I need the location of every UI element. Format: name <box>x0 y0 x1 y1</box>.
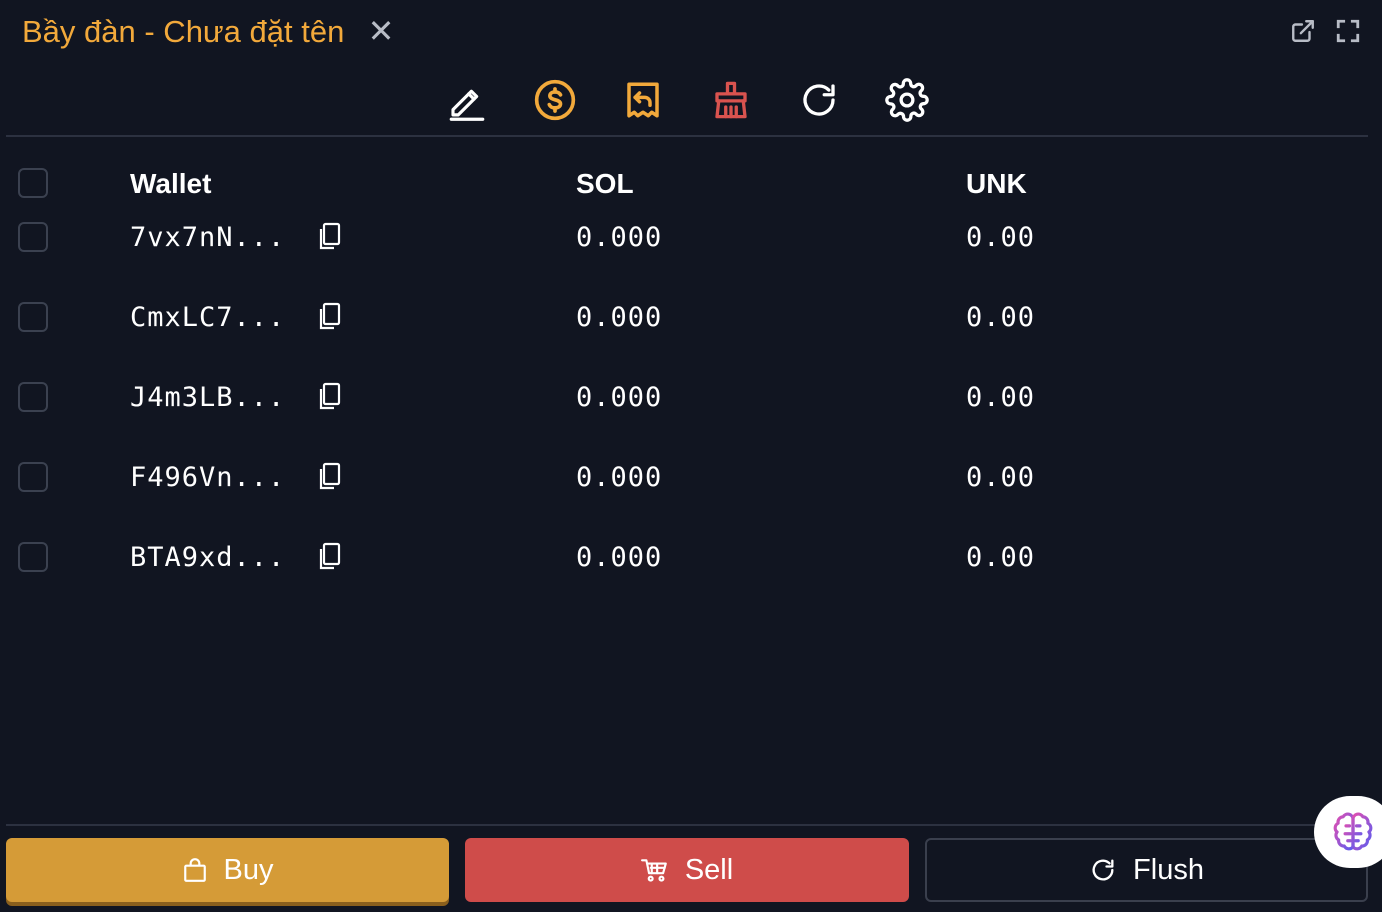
wallet-address: BTA9xd... <box>130 542 286 573</box>
window-titlebar: Bầy đàn - Chưa đặt tên ✕ <box>0 0 1382 66</box>
clean-button[interactable] <box>707 76 755 124</box>
toolbar-divider <box>6 135 1368 137</box>
row-checkbox[interactable] <box>18 382 48 412</box>
sell-button[interactable]: Sell <box>465 838 909 902</box>
token-balance: 0.00 <box>966 542 1036 573</box>
buy-button[interactable]: Buy <box>6 838 449 902</box>
buy-label: Buy <box>223 853 274 886</box>
sol-balance: 0.000 <box>576 302 663 333</box>
row-checkbox[interactable] <box>18 302 48 332</box>
close-button[interactable]: ✕ <box>366 15 396 47</box>
copy-icon[interactable] <box>316 462 342 492</box>
flush-label: Flush <box>1133 853 1204 886</box>
broom-icon <box>715 81 747 119</box>
copy-icon[interactable] <box>316 542 342 572</box>
copy-icon[interactable] <box>316 222 342 252</box>
token-balance: 0.00 <box>966 382 1036 413</box>
wallet-address: CmxLC7... <box>130 302 286 333</box>
window-title: Bầy đàn - Chưa đặt tên <box>22 14 345 49</box>
sell-label: Sell <box>684 853 734 886</box>
brain-icon <box>1333 812 1373 851</box>
assistant-fab[interactable] <box>1314 796 1382 868</box>
refresh-icon <box>1092 859 1114 881</box>
action-bar: Buy Sell Flush <box>0 838 1382 906</box>
table-row: J4m3LB... 0.000 0.00 <box>0 378 1382 438</box>
dollar-button[interactable] <box>531 76 579 124</box>
row-checkbox[interactable] <box>18 542 48 572</box>
table-row: BTA9xd... 0.000 0.00 <box>0 538 1382 598</box>
token-balance: 0.00 <box>966 222 1036 253</box>
toolbar <box>0 76 1382 126</box>
external-link-icon[interactable] <box>1290 18 1316 44</box>
wallet-address: 7vx7nN... <box>130 222 286 253</box>
dollar-circle-icon <box>534 79 576 121</box>
column-header-wallet: Wallet <box>130 168 212 199</box>
shopping-cart-icon <box>640 859 667 882</box>
shopping-bag-icon <box>183 858 206 882</box>
edit-icon <box>449 89 485 121</box>
column-header-token: UNK <box>966 168 1027 199</box>
flush-button[interactable]: Flush <box>925 838 1368 902</box>
sol-balance: 0.000 <box>576 382 663 413</box>
receipt-return-button[interactable] <box>619 76 667 124</box>
token-balance: 0.00 <box>966 302 1036 333</box>
table-row: F496Vn... 0.000 0.00 <box>0 458 1382 518</box>
table-row: CmxLC7... 0.000 0.00 <box>0 298 1382 358</box>
refresh-icon <box>803 84 835 116</box>
receipt-return-icon <box>627 82 659 118</box>
edit-button[interactable] <box>443 76 491 124</box>
token-balance: 0.00 <box>966 462 1036 493</box>
table-row: 7vx7nN... 0.000 0.00 <box>0 218 1382 278</box>
copy-icon[interactable] <box>316 382 342 412</box>
row-checkbox[interactable] <box>18 222 48 252</box>
sol-balance: 0.000 <box>576 222 663 253</box>
fullscreen-icon[interactable] <box>1335 18 1361 44</box>
select-all-checkbox[interactable] <box>18 168 48 198</box>
settings-button[interactable] <box>883 76 931 124</box>
refresh-button[interactable] <box>795 76 843 124</box>
gear-icon <box>885 78 929 122</box>
column-header-sol: SOL <box>576 168 634 199</box>
sol-balance: 0.000 <box>576 462 663 493</box>
sol-balance: 0.000 <box>576 542 663 573</box>
wallet-address: J4m3LB... <box>130 382 286 413</box>
wallet-address: F496Vn... <box>130 462 286 493</box>
footer-divider <box>6 824 1368 826</box>
row-checkbox[interactable] <box>18 462 48 492</box>
copy-icon[interactable] <box>316 302 342 332</box>
